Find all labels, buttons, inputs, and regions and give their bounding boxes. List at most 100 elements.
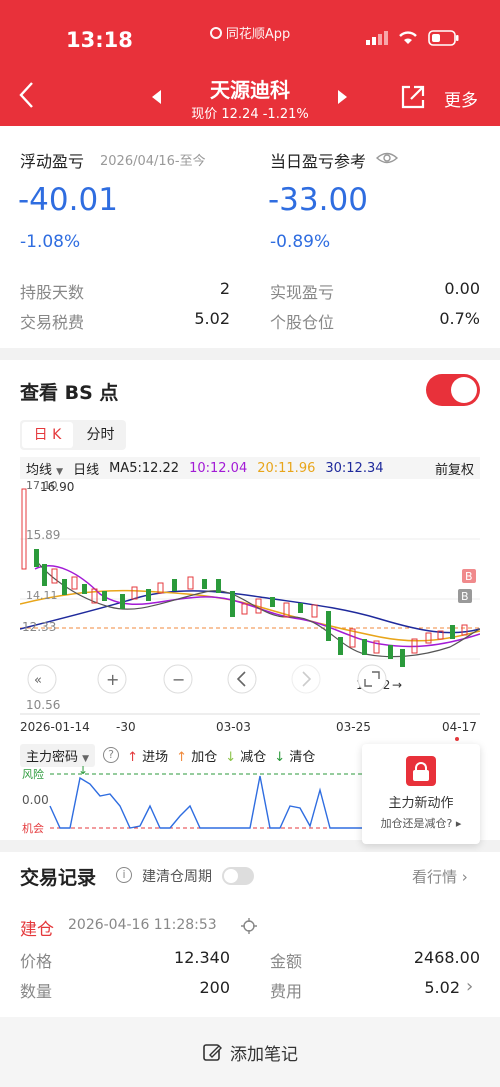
float-pnl-pct: -1.08% — [20, 232, 81, 252]
help-icon[interactable]: ? — [103, 747, 120, 763]
wifi-icon — [399, 31, 417, 44]
price-label-bottom: 10.56 — [26, 698, 60, 712]
pnl-summary-card: 浮动盈亏 2026/04/16-至今 当日盈亏参考 -40.01 -33.00 … — [0, 126, 500, 348]
tab-intraday[interactable]: 分时 — [75, 420, 126, 450]
amount-label: 金额 — [270, 952, 303, 971]
rewind-button[interactable] — [27, 664, 57, 694]
date-tick-5: 04-17 — [442, 720, 477, 734]
cycle-label: 建清仓周期 — [142, 869, 212, 885]
move-right-button[interactable] — [291, 664, 321, 694]
hold-days-value: 2 — [219, 279, 230, 298]
up-arrow-icon: ↑ — [127, 749, 138, 765]
realized-pnl-value: 0.00 — [444, 279, 480, 298]
caret-down-icon: ▼ — [82, 753, 90, 764]
qty-label: 数量 — [20, 982, 53, 1001]
svg-text:B: B — [465, 570, 473, 583]
legend-reduce: ↓ 减仓 — [225, 749, 267, 765]
up-arrow-orange-icon: ↑ — [176, 749, 188, 765]
app-logo-icon — [209, 27, 222, 39]
ma10-label: 10:12.04 — [189, 460, 248, 476]
tab-daily-k[interactable]: 日 K — [22, 422, 73, 448]
price-label-mid: 15.89 — [26, 528, 60, 542]
date-tick-3: 03-03 — [216, 720, 251, 734]
ma-bar: 均线 ▼ 日线 MA5:12.22 10:12.04 20:11.96 30:1… — [20, 457, 480, 479]
adjust-label[interactable]: 前复权 — [435, 459, 480, 478]
legend-enter: ↑ 进场 — [127, 749, 169, 765]
promo-subtitle: 加仓还是减仓? ▸ — [380, 817, 462, 830]
tax-fee-value: 5.02 — [194, 309, 230, 328]
position-ratio-label: 个股仓位 — [270, 313, 335, 332]
trade-title: 交易记录 — [20, 867, 97, 889]
date-tick-4: 03-25 — [336, 720, 371, 734]
ma20-line — [20, 589, 480, 642]
period-label: 日线 — [73, 462, 100, 478]
header: 13:18 同花顺App 天源迪科 现价 12.24 -1.21% 更多 — [0, 0, 500, 126]
trade-datetime: 2026-04-16 11:28:53 — [68, 917, 217, 933]
promo-title: 主力新动作 — [388, 796, 454, 811]
bs-chart-card: 查看 BS 点 日 K 分时 均线 ▼ 日线 MA5:12.22 10:12.0… — [0, 360, 500, 844]
price-label-high: 16.90 — [40, 480, 74, 494]
play-icon: ▸ — [455, 817, 462, 830]
info-icon[interactable]: i — [116, 867, 132, 883]
svg-text:B: B — [461, 590, 469, 603]
hold-days-label: 持股天数 — [20, 283, 85, 302]
indicator-select[interactable]: 主力密码 ▼ — [20, 743, 96, 767]
move-left-button[interactable] — [227, 664, 257, 694]
promo-card[interactable]: 主力新动作 加仓还是减仓? ▸ — [362, 744, 480, 844]
realized-pnl-label: 实现盈亏 — [270, 283, 335, 302]
ma20-label: 20:11.96 — [257, 460, 316, 476]
eye-icon[interactable] — [376, 150, 398, 166]
chevron-right-icon: › — [461, 868, 468, 886]
risk-label: 风险 — [22, 767, 44, 781]
zero-label: 0.00 — [22, 793, 49, 807]
position-ratio-value: 0.7% — [439, 309, 480, 328]
battery-icon — [428, 30, 459, 46]
low-arrow-icon: → — [392, 678, 402, 692]
float-pnl-date: 2026/04/16-至今 — [100, 154, 206, 169]
price-label-ref: 12.33 — [22, 620, 56, 634]
indicator-line — [49, 775, 362, 829]
share-icon[interactable] — [400, 84, 426, 110]
chart-tabs: 日 K 分时 — [20, 420, 126, 450]
date-tick-1: 2026-01-14 — [20, 720, 90, 734]
tax-fee-label: 交易税费 — [20, 313, 85, 332]
legend-add: ↑ 加仓 — [176, 749, 218, 765]
down-arrow-icon: ↓ — [274, 749, 286, 765]
more-button[interactable]: 更多 — [444, 86, 478, 111]
status-icons — [366, 30, 460, 46]
minus-icon: − — [172, 670, 185, 689]
amount-value: 2468.00 — [413, 948, 480, 967]
ma-type-select[interactable]: 均线 ▼ — [26, 459, 63, 478]
locate-icon[interactable] — [240, 917, 258, 935]
legend-clear: ↓ 清仓 — [274, 749, 316, 765]
add-note-button[interactable]: 添加笔记 — [0, 1017, 500, 1087]
float-pnl-label: 浮动盈亏 — [20, 152, 85, 171]
plus-icon: + — [106, 670, 119, 689]
fee-value[interactable]: 5.02 — [360, 978, 460, 997]
current-dot — [455, 737, 459, 741]
ma30-label: 30:12.34 — [325, 460, 384, 476]
chance-label: 机会 — [22, 821, 44, 835]
bs-toggle[interactable] — [426, 374, 480, 406]
kline-chart: 均线 ▼ 日线 MA5:12.22 10:12.04 20:11.96 30:1… — [20, 457, 480, 744]
chart-controls: « + − — [27, 664, 387, 694]
caret-down-icon: ▼ — [56, 466, 64, 477]
day-pnl-pct: -0.89% — [270, 232, 331, 252]
trade-type: 建仓 — [20, 920, 54, 940]
ma30-line — [20, 590, 480, 634]
fee-chevron-icon[interactable]: › — [466, 976, 473, 997]
signal-icon — [366, 31, 388, 45]
trade-record-card: 交易记录 i 建清仓周期 看行情 › 建仓 2026-04-16 11:28:5… — [0, 852, 500, 1087]
kline-svg[interactable]: 17.10 16.90 15.89 14.11 12.33 10.56 11.3… — [20, 479, 480, 744]
price-label: 价格 — [20, 952, 53, 971]
indicator-down-arrow: ↓ — [78, 766, 88, 777]
cycle-toggle[interactable] — [222, 867, 254, 885]
next-stock-icon[interactable] — [338, 90, 347, 104]
day-pnl-value: -33.00 — [268, 182, 368, 218]
indicator-chart[interactable]: 风险 0.00 机会 ↓ — [20, 766, 362, 838]
qty-value: 200 — [199, 978, 230, 997]
edit-icon — [203, 1044, 222, 1061]
price-value: 12.340 — [174, 948, 230, 967]
view-quote-link[interactable]: 看行情 › — [412, 866, 468, 887]
fullscreen-button[interactable] — [357, 664, 387, 694]
